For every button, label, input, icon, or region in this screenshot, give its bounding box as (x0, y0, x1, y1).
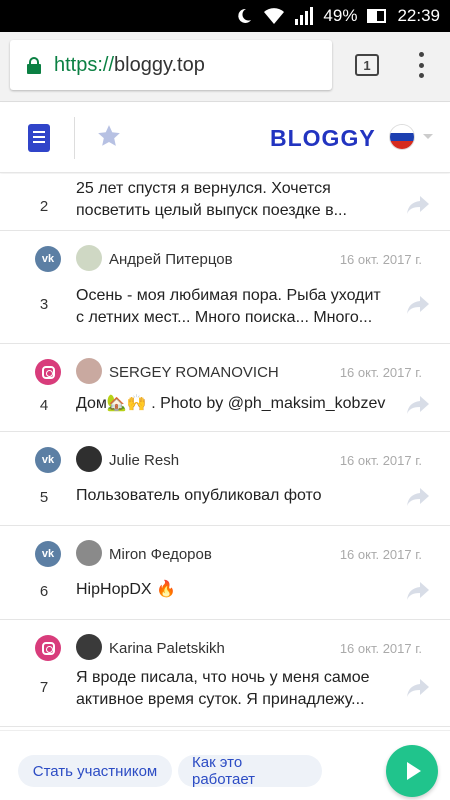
tab-switcher-button[interactable]: 1 (355, 54, 379, 76)
browser-toolbar: https://bloggy.top 1 (0, 32, 450, 102)
url-host: bloggy.top (114, 53, 205, 76)
list-item[interactable]: SERGEY ROMANOVICH 16 окт. 2017 г. 4 Дом🏡… (0, 345, 450, 432)
star-icon[interactable] (96, 123, 122, 149)
share-icon[interactable] (406, 195, 430, 215)
app-header: BLOGGY (0, 103, 450, 173)
list-item[interactable]: vk Андрей Питерцов 16 окт. 2017 г. 3 Осе… (0, 232, 450, 344)
share-icon[interactable] (406, 395, 430, 415)
item-text: Осень - моя любимая пора. Рыба уходит с … (76, 285, 396, 329)
signal-icon (295, 7, 314, 25)
post-date: 16 окт. 2017 г. (339, 365, 422, 380)
author-name[interactable]: Miron Федоров (109, 546, 212, 563)
item-number: 6 (39, 583, 49, 600)
item-text: Дом🏡🙌 . Photo by @ph_maksim_kobzev (76, 393, 396, 415)
battery-percent: 49% (323, 6, 358, 25)
item-text-line: HipHopDX 🔥 (76, 581, 176, 598)
item-text: HipHopDX 🔥 (76, 579, 396, 601)
item-text-line: активное время суток. Я принадлежу... (76, 691, 365, 708)
vk-icon: vk (35, 246, 61, 272)
russian-flag-icon[interactable] (390, 125, 414, 149)
item-text-line: 25 лет спустя я вернулся. Хочется (76, 180, 331, 197)
clock: 22:39 (397, 6, 440, 25)
document-list-icon[interactable] (28, 124, 50, 152)
avatar (76, 540, 102, 566)
author-name[interactable]: Андрей Питерцов (109, 251, 233, 268)
list-item[interactable]: Karina Paletskikh 16 окт. 2017 г. 7 Я вр… (0, 621, 450, 727)
browser-menu-icon[interactable] (414, 52, 428, 78)
header-divider (74, 117, 75, 159)
avatar (76, 634, 102, 660)
item-text-line: Осень - моя любимая пора. Рыба уходит (76, 287, 381, 304)
bottom-bar: Стать участником Как это работает (0, 730, 450, 800)
lock-icon (26, 56, 42, 74)
share-icon[interactable] (406, 295, 430, 315)
address-bar[interactable]: https://bloggy.top (10, 40, 332, 90)
instagram-icon (35, 635, 61, 661)
post-date: 16 окт. 2017 г. (339, 641, 422, 656)
instagram-icon (35, 359, 61, 385)
author-name[interactable]: Karina Paletskikh (109, 640, 225, 657)
item-number: 3 (39, 296, 49, 313)
item-text-line: посветить целый выпуск поездке в... (76, 202, 347, 219)
item-number: 7 (39, 679, 49, 696)
post-date: 16 окт. 2017 г. (339, 453, 422, 468)
author-name[interactable]: SERGEY ROMANOVICH (109, 364, 279, 381)
avatar (76, 245, 102, 271)
post-date: 16 окт. 2017 г. (339, 252, 422, 267)
avatar (76, 446, 102, 472)
item-text: Пользователь опубликовал фото (76, 485, 396, 507)
vk-icon: vk (35, 541, 61, 567)
feed-list: 2 25 лет спустя я вернулся. Хочется посв… (0, 174, 450, 730)
share-icon[interactable] (406, 678, 430, 698)
share-icon[interactable] (406, 487, 430, 507)
avatar (76, 358, 102, 384)
item-number: 4 (39, 397, 49, 414)
share-icon[interactable] (406, 581, 430, 601)
join-button[interactable]: Стать участником (18, 755, 172, 787)
battery-icon (367, 9, 387, 23)
vk-icon: vk (35, 447, 61, 473)
list-item[interactable]: 2 25 лет спустя я вернулся. Хочется посв… (0, 174, 450, 231)
list-item[interactable]: vk Miron Федоров 16 окт. 2017 г. 6 HipHo… (0, 527, 450, 620)
post-date: 16 окт. 2017 г. (339, 547, 422, 562)
list-item[interactable]: vk Julie Resh 16 окт. 2017 г. 5 Пользова… (0, 433, 450, 526)
do-not-disturb-icon (235, 7, 253, 25)
item-text: 25 лет спустя я вернулся. Хочется посвет… (76, 178, 396, 222)
play-button[interactable] (386, 745, 438, 797)
item-text-line: Я вроде писала, что ночь у меня самое (76, 669, 370, 686)
item-text-line: Пользователь опубликовал фото (76, 487, 322, 504)
url-scheme: https:// (54, 53, 115, 76)
item-number: 2 (39, 198, 49, 215)
item-number: 5 (39, 489, 49, 506)
brand-logo[interactable]: BLOGGY (270, 125, 376, 152)
chevron-down-icon[interactable] (423, 134, 433, 139)
wifi-icon (263, 7, 285, 25)
status-bar: 49% 22:39 (0, 0, 450, 32)
item-text-line: Дом🏡🙌 . Photo by @ph_maksim_kobzev (76, 395, 386, 412)
item-text-line: с летних мест... Много поиска... Много..… (76, 309, 373, 326)
author-name[interactable]: Julie Resh (109, 452, 179, 469)
how-it-works-button[interactable]: Как это работает (178, 754, 322, 788)
item-text: Я вроде писала, что ночь у меня самое ак… (76, 667, 396, 711)
url-text[interactable]: https://bloggy.top (54, 54, 205, 77)
